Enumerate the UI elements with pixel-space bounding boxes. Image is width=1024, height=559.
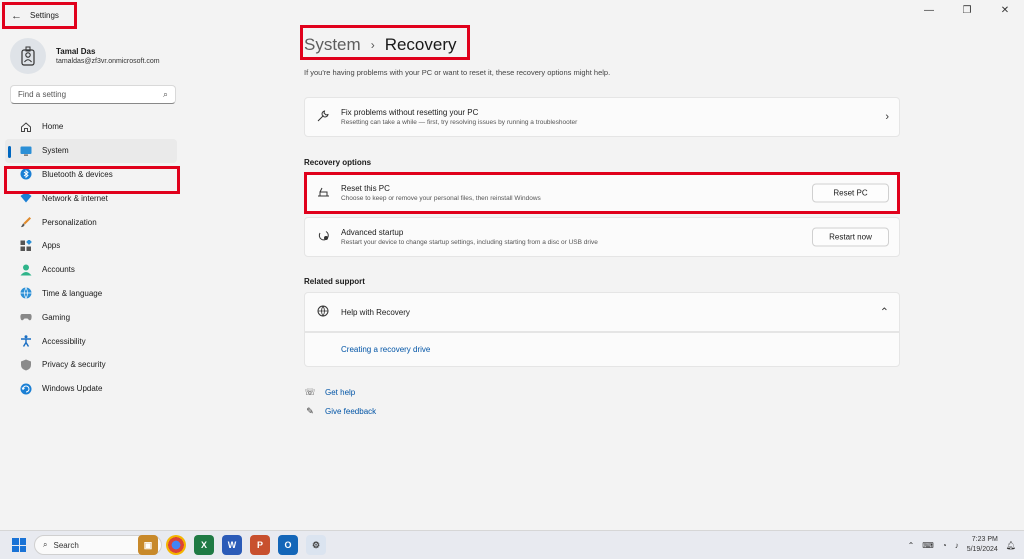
window-controls: — ❐ ✕ xyxy=(910,0,1024,20)
profile-email: tamaldas@zf3vr.onmicrosoft.com xyxy=(56,58,160,65)
gamepad-icon xyxy=(20,311,32,323)
sidebar-item-label: Time & language xyxy=(42,288,103,298)
sidebar-item-windows-update[interactable]: Windows Update xyxy=(5,377,177,401)
sidebar-item-time-language[interactable]: Time & language xyxy=(5,282,177,306)
sidebar-item-label: Personalization xyxy=(42,217,97,227)
avatar xyxy=(10,38,46,74)
powerpoint-app-icon[interactable]: P xyxy=(250,535,270,555)
sidebar-item-label: Accounts xyxy=(42,265,75,275)
clock-time: 7:23 PM xyxy=(971,536,998,543)
briefcase-app-icon[interactable]: ▣ xyxy=(138,535,158,555)
start-button[interactable] xyxy=(12,538,26,552)
advanced-startup-card: Advanced startup Restart your device to … xyxy=(304,217,900,257)
search-icon: ⌕ xyxy=(43,540,48,549)
system-highlight xyxy=(4,166,180,194)
keyboard-icon[interactable]: ⌨ xyxy=(922,541,934,550)
system-tray: ⌃ ⌨ ◔ ♪ 7:23 PM 5/19/2024 🔔︎ xyxy=(908,535,1016,555)
taskbar-apps: ▣ X W P O ⚙ xyxy=(138,535,326,555)
accessibility-icon xyxy=(20,335,32,347)
search-icon: ⌕ xyxy=(162,89,168,99)
accounts-icon xyxy=(20,264,32,276)
sidebar-item-home[interactable]: Home xyxy=(5,115,177,139)
give-feedback-label: Give feedback xyxy=(325,407,377,416)
notification-bell-icon[interactable]: 🔔︎ xyxy=(1006,541,1016,550)
sidebar-item-apps[interactable]: Apps xyxy=(5,234,177,258)
close-button[interactable]: ✕ xyxy=(986,0,1024,20)
sidebar: Tamal Das tamaldas@zf3vr.onmicrosoft.com… xyxy=(0,30,190,530)
breadcrumb-highlight xyxy=(300,25,470,60)
advanced-startup-subtitle: Restart your device to change startup se… xyxy=(341,239,598,246)
search-input[interactable] xyxy=(18,90,148,99)
wrench-icon xyxy=(315,109,331,125)
maximize-button[interactable]: ❐ xyxy=(948,0,986,20)
update-icon xyxy=(20,383,32,395)
help-with-recovery-title: Help with Recovery xyxy=(341,307,410,317)
globe-icon xyxy=(20,287,32,300)
nav-list: Home System Bluetooth & devices Network … xyxy=(0,115,190,401)
help-with-recovery-body: Creating a recovery drive xyxy=(304,332,900,367)
system-icon xyxy=(20,145,32,157)
sidebar-item-system[interactable]: System xyxy=(5,138,177,163)
clock[interactable]: 7:23 PM 5/19/2024 xyxy=(967,535,998,555)
chevron-right-icon: › xyxy=(885,111,889,123)
give-feedback-link[interactable]: ✎ Give feedback xyxy=(304,406,376,417)
sidebar-item-label: Network & internet xyxy=(42,193,108,203)
excel-app-icon[interactable]: X xyxy=(194,535,214,555)
creating-recovery-drive-link[interactable]: Creating a recovery drive xyxy=(341,345,430,354)
user-badge-icon xyxy=(21,46,35,66)
window-title: Settings xyxy=(30,11,59,20)
advanced-startup-icon xyxy=(315,229,331,245)
feedback-icon: ✎ xyxy=(306,406,314,416)
chevron-up-icon[interactable]: ⌃ xyxy=(880,306,889,319)
sidebar-item-accessibility[interactable]: Accessibility xyxy=(5,329,177,353)
sidebar-item-label: Gaming xyxy=(42,312,71,322)
taskbar-search-label: Search xyxy=(53,540,79,550)
reset-pc-highlight xyxy=(304,172,900,214)
shield-icon xyxy=(20,359,32,371)
related-support-heading: Related support xyxy=(304,277,365,286)
home-icon xyxy=(20,121,32,133)
get-help-link[interactable]: ☏ Get help xyxy=(304,387,355,398)
fix-problems-subtitle: Resetting can take a while — first, try … xyxy=(341,119,578,126)
help-icon: ☏ xyxy=(304,387,316,397)
settings-app-icon[interactable]: ⚙ xyxy=(306,535,326,555)
restart-now-button[interactable]: Restart now xyxy=(812,227,889,247)
profile[interactable]: Tamal Das tamaldas@zf3vr.onmicrosoft.com xyxy=(10,38,160,74)
sidebar-item-label: Home xyxy=(42,122,64,132)
network-icon xyxy=(20,192,32,204)
help-with-recovery-header[interactable]: Help with Recovery ⌃ xyxy=(304,292,900,332)
apps-icon xyxy=(20,239,32,252)
sidebar-item-gaming[interactable]: Gaming xyxy=(5,305,177,329)
back-arrow-icon[interactable]: ← xyxy=(11,10,22,22)
get-help-label: Get help xyxy=(325,388,356,397)
sidebar-item-label: Windows Update xyxy=(42,384,103,394)
outlook-app-icon[interactable]: O xyxy=(278,535,298,555)
taskbar: ⌕ Search ▣ X W P O ⚙ ⌃ ⌨ ◔ ♪ 7:23 PM 5/1… xyxy=(0,530,1024,559)
fix-problems-title: Fix problems without resetting your PC xyxy=(341,108,479,117)
fix-problems-card[interactable]: Fix problems without resetting your PC R… xyxy=(304,97,900,137)
title-bar: ← Settings — ❐ ✕ xyxy=(0,0,1024,30)
sidebar-item-label: Privacy & security xyxy=(42,360,106,370)
advanced-startup-title: Advanced startup xyxy=(341,228,404,237)
clock-date: 5/19/2024 xyxy=(966,546,998,553)
volume-icon[interactable]: ♪ xyxy=(955,541,959,550)
word-app-icon[interactable]: W xyxy=(222,535,242,555)
sidebar-item-privacy[interactable]: Privacy & security xyxy=(5,353,177,377)
wifi-icon[interactable]: ◔ xyxy=(942,541,947,550)
sidebar-item-label: System xyxy=(42,146,69,156)
chevron-up-icon[interactable]: ⌃ xyxy=(908,541,915,550)
brush-icon xyxy=(20,216,32,228)
profile-name: Tamal Das xyxy=(56,47,96,56)
sidebar-item-accounts[interactable]: Accounts xyxy=(5,258,177,282)
chrome-app-icon[interactable] xyxy=(166,535,186,555)
sidebar-item-personalization[interactable]: Personalization xyxy=(5,210,177,234)
globe-icon xyxy=(315,305,331,320)
page-description: If you're having problems with your PC o… xyxy=(304,68,611,77)
search-box[interactable]: ⌕ xyxy=(10,85,176,104)
minimize-button[interactable]: — xyxy=(910,0,948,20)
title-highlight: ← Settings xyxy=(2,2,77,29)
sidebar-item-label: Apps xyxy=(42,241,61,251)
sidebar-item-label: Accessibility xyxy=(42,336,86,346)
recovery-options-heading: Recovery options xyxy=(304,158,372,167)
